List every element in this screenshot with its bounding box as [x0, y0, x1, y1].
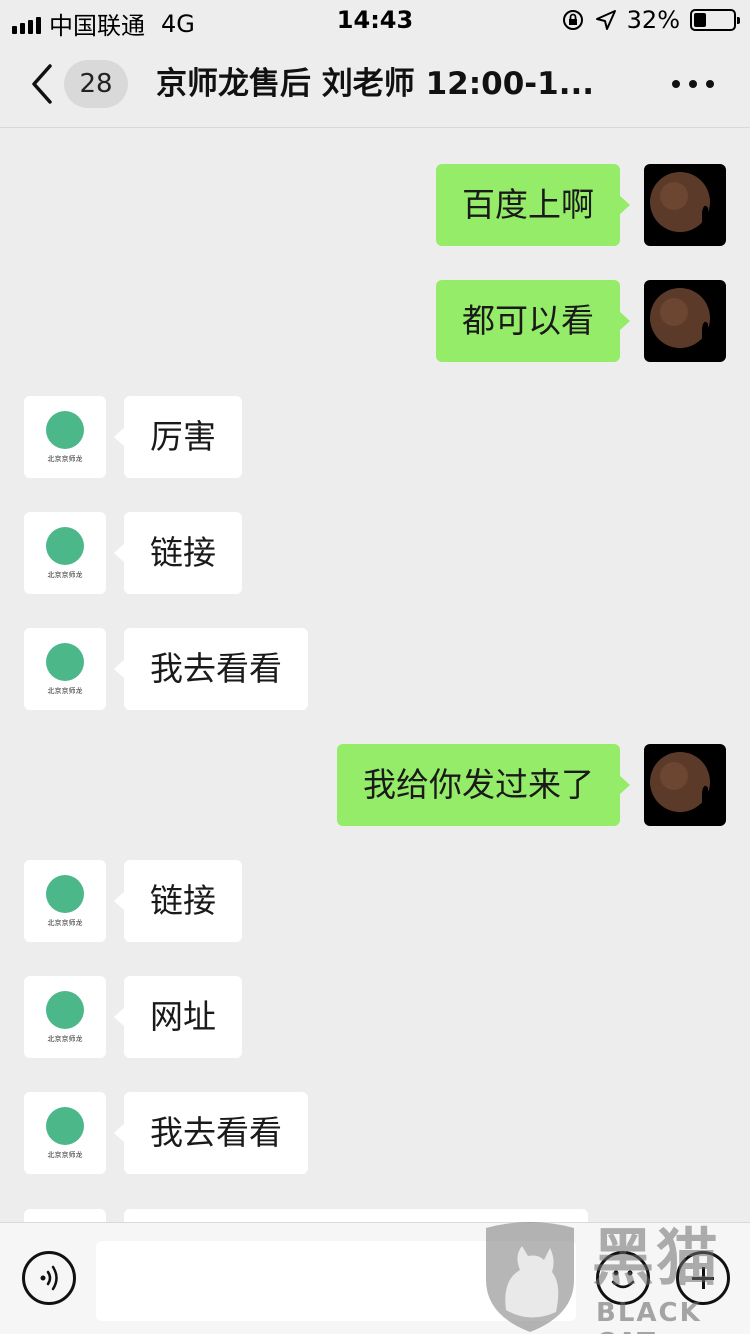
message-row: 北京京师龙 链接 — [0, 512, 750, 594]
location-icon — [595, 10, 616, 30]
message-bubble[interactable]: 都可以看 — [436, 280, 630, 362]
message-bubble[interactable]: 链接 — [114, 512, 242, 594]
logo-caption: 北京京师龙 — [47, 1035, 83, 1043]
contact-avatar-partial[interactable] — [24, 1209, 106, 1222]
my-avatar[interactable] — [644, 744, 726, 826]
message-bubble[interactable]: 网址 — [114, 976, 242, 1058]
dragon-logo-icon — [46, 411, 84, 449]
message-row: 我给你发过来了 — [0, 744, 750, 826]
message-bubble-partial[interactable] — [124, 1209, 588, 1222]
dragon-logo-icon — [46, 1107, 84, 1145]
back-chevron-icon[interactable] — [28, 62, 58, 106]
contact-avatar[interactable]: 北京京师龙 — [24, 512, 106, 594]
battery-icon — [690, 9, 740, 31]
message-bubble[interactable]: 厉害 — [114, 396, 242, 478]
input-bar — [0, 1222, 750, 1334]
my-avatar[interactable] — [644, 164, 726, 246]
unread-count-badge[interactable]: 28 — [64, 60, 128, 108]
contact-avatar[interactable]: 北京京师龙 — [24, 976, 106, 1058]
message-row: 百度上啊 — [0, 164, 750, 246]
my-avatar[interactable] — [644, 280, 726, 362]
voice-icon — [40, 1265, 58, 1291]
smiley-icon — [611, 1270, 635, 1289]
emoji-button[interactable] — [596, 1251, 650, 1305]
dragon-logo-icon — [46, 875, 84, 913]
more-functions-button[interactable] — [676, 1251, 730, 1305]
message-bubble[interactable]: 我给你发过来了 — [337, 744, 630, 826]
message-bubble[interactable]: 我去看看 — [114, 1092, 308, 1174]
contact-avatar[interactable]: 北京京师龙 — [24, 1092, 106, 1174]
message-list[interactable]: 百度上啊 都可以看 北京京师龙 厉害 北京京师龙 链接 北京京师龙 我去看看 我… — [0, 129, 750, 1222]
chat-header: 28 京师龙售后 刘老师 12:00-1... — [0, 40, 750, 128]
contact-avatar[interactable]: 北京京师龙 — [24, 860, 106, 942]
message-row: 北京京师龙 链接 — [0, 860, 750, 942]
logo-caption: 北京京师龙 — [47, 919, 83, 927]
dragon-logo-icon — [46, 527, 84, 565]
message-bubble[interactable]: 百度上啊 — [436, 164, 630, 246]
message-row: 北京京师龙 厉害 — [0, 396, 750, 478]
voice-input-button[interactable] — [22, 1251, 76, 1305]
rotation-lock-icon — [562, 10, 583, 30]
contact-avatar[interactable]: 北京京师龙 — [24, 396, 106, 478]
message-row: 北京京师龙 我去看看 — [0, 628, 750, 710]
dragon-logo-icon — [46, 991, 84, 1029]
logo-caption: 北京京师龙 — [47, 571, 83, 579]
battery-percent: 32% — [626, 6, 680, 34]
logo-caption: 北京京师龙 — [47, 455, 83, 463]
chat-title: 京师龙售后 刘老师 12:00-1... — [156, 66, 595, 102]
contact-avatar[interactable]: 北京京师龙 — [24, 628, 106, 710]
logo-caption: 北京京师龙 — [47, 1151, 83, 1159]
message-row: 北京京师龙 我去看看 — [0, 1092, 750, 1174]
status-bar: 中国联通 4G 14:43 32% — [0, 0, 750, 40]
dragon-logo-icon — [46, 643, 84, 681]
message-bubble[interactable]: 我去看看 — [114, 628, 308, 710]
message-row: 北京京师龙 网址 — [0, 976, 750, 1058]
message-input[interactable] — [96, 1241, 576, 1321]
more-options-icon[interactable] — [672, 80, 714, 88]
message-row: 都可以看 — [0, 280, 750, 362]
logo-caption: 北京京师龙 — [47, 687, 83, 695]
message-bubble[interactable]: 链接 — [114, 860, 242, 942]
